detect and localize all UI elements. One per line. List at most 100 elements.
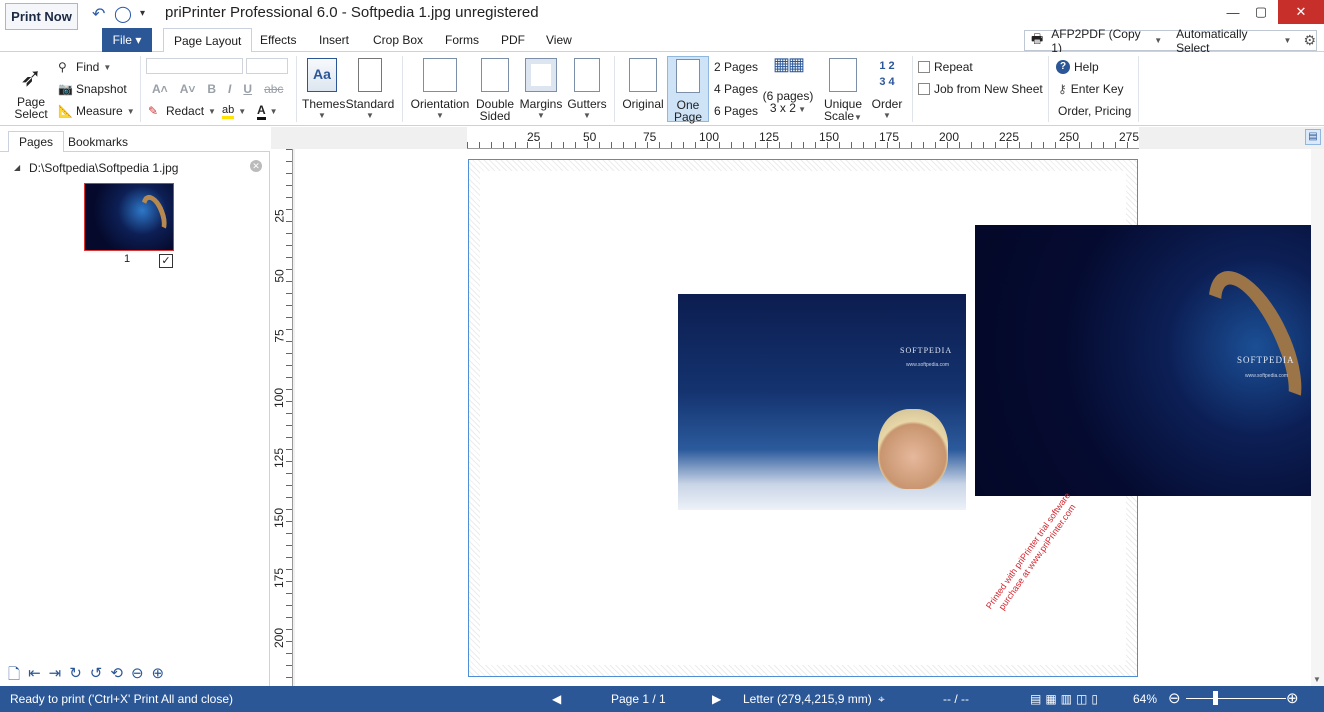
tab-bookmarks[interactable]: Bookmarks: [58, 131, 138, 152]
grow-font-icon[interactable]: A˄: [152, 82, 168, 96]
ruler-tick: 175: [272, 567, 287, 589]
shrink-font-icon[interactable]: A˅: [180, 82, 196, 96]
tab-page-layout[interactable]: Page Layout: [163, 28, 253, 53]
unique-scale-button[interactable]: Unique Scale▼: [820, 58, 866, 124]
text-format-row: A˄ A˅ B I U abc: [152, 80, 283, 98]
gear-icon[interactable]: ⚙: [1303, 32, 1316, 49]
bold-icon[interactable]: B: [207, 82, 216, 96]
unique-scale-dropdown-icon: ▼: [854, 113, 862, 122]
page-indicator: Page 1 / 1: [611, 692, 666, 706]
page-thumbnail[interactable]: [84, 183, 174, 251]
find-button[interactable]: ⚲ Find ▼: [58, 58, 111, 76]
separator: [1138, 56, 1139, 122]
strikethrough-icon[interactable]: abc: [264, 82, 283, 96]
previous-page-icon[interactable]: ◀: [552, 692, 561, 706]
page-select-button[interactable]: ➶ Page Select: [12, 62, 50, 120]
margins-icon: [525, 58, 557, 92]
cursor-coords: -- / --: [943, 692, 969, 706]
image-logo-s[interactable]: SOFTPEDIA www.softpedia.com: [975, 225, 1324, 496]
page-preview[interactable]: SOFTPEDIA www.softpedia.com SOFTPEDIA ww…: [468, 159, 1324, 677]
panel-toggle-icon[interactable]: ▤: [1305, 129, 1321, 145]
vertical-scrollbar[interactable]: ▼: [1311, 149, 1324, 686]
page-include-checkbox[interactable]: ✓: [159, 254, 173, 268]
close-button[interactable]: ✕: [1278, 0, 1324, 24]
eraser-icon: ✎: [148, 104, 159, 118]
zoom-slider[interactable]: [1186, 698, 1286, 699]
six-pages-button[interactable]: 6 Pages: [714, 102, 758, 120]
tab-pdf[interactable]: PDF: [491, 28, 535, 52]
binoculars-icon: ⚲: [58, 60, 67, 74]
order-pricing-button[interactable]: Order, Pricing: [1058, 102, 1131, 120]
measure-button[interactable]: 📐 Measure ▼: [58, 102, 135, 120]
two-pages-button[interactable]: 2 Pages: [714, 58, 758, 76]
double-sided-button[interactable]: Double Sided: [474, 58, 516, 122]
tab-forms[interactable]: Forms: [435, 28, 489, 52]
margins-dropdown-icon: ▼: [537, 111, 545, 120]
font-name-box[interactable]: [146, 58, 243, 74]
enter-key-button[interactable]: ⚷ Enter Key: [1058, 80, 1124, 98]
image2-url: www.softpedia.com: [1245, 373, 1289, 379]
repeat-checkbox[interactable]: Repeat: [918, 58, 973, 76]
tab-crop-box[interactable]: Crop Box: [363, 28, 433, 52]
printer-selector[interactable]: 🖶 AFP2PDF (Copy 1) ▼ Automatically Selec…: [1024, 27, 1317, 55]
undo-icon[interactable]: ↶: [92, 4, 105, 24]
ruler-ticks: [467, 142, 1139, 148]
themes-button[interactable]: Aa Themes ▼: [302, 58, 345, 122]
image-url: www.softpedia.com: [906, 362, 950, 368]
snapshot-label: Snapshot: [76, 82, 127, 96]
next-page-icon[interactable]: ▶: [712, 692, 721, 706]
original-label: Original: [622, 97, 664, 111]
italic-icon[interactable]: I: [228, 82, 231, 96]
image-woman[interactable]: SOFTPEDIA www.softpedia.com: [678, 294, 966, 510]
orientation-button[interactable]: Orientation ▼: [408, 58, 472, 122]
remove-file-icon[interactable]: ✕: [250, 160, 262, 172]
job-new-sheet-checkbox[interactable]: Job from New Sheet: [918, 80, 1043, 98]
paper-size[interactable]: Letter (279,4,215,9 mm): [743, 692, 872, 706]
minimize-button[interactable]: —: [1218, 0, 1248, 24]
redact-dropdown-icon: ▼: [208, 106, 216, 116]
find-label: Find: [76, 60, 100, 74]
view-mode-icons[interactable]: ▤▦▥◫▯: [1030, 692, 1102, 706]
file-menu-button[interactable]: File ▾: [102, 28, 152, 52]
margins-button[interactable]: Margins ▼: [518, 58, 564, 122]
zoom-out-button[interactable]: ⊖: [1168, 689, 1181, 707]
snapshot-button[interactable]: 📷 Snapshot: [58, 80, 127, 98]
scroll-down-icon[interactable]: ▼: [1313, 675, 1321, 684]
underline-icon[interactable]: U: [243, 82, 252, 96]
expand-icon[interactable]: ◢: [14, 163, 20, 172]
order-button[interactable]: 1 23 4 Order ▼: [868, 58, 906, 122]
circle-icon[interactable]: ◯: [114, 4, 132, 24]
checkbox-icon: [918, 83, 930, 95]
gutters-icon: [574, 58, 600, 92]
file-path: D:\Softpedia\Softpedia 1.jpg: [29, 161, 179, 175]
margins-label: Margins: [519, 97, 563, 111]
highlight-button[interactable]: ab ▼: [222, 102, 246, 120]
print-now-button[interactable]: Print Now: [5, 3, 78, 30]
font-size-box[interactable]: [246, 58, 288, 74]
tab-pages[interactable]: Pages: [8, 131, 65, 153]
zoom-in-button[interactable]: ⊕: [1286, 689, 1299, 707]
one-page-button[interactable]: One Page: [667, 56, 709, 123]
tab-effects[interactable]: Effects: [250, 28, 306, 52]
gutters-button[interactable]: Gutters ▼: [566, 58, 608, 122]
quick-access-dropdown-icon[interactable]: ▾: [140, 8, 145, 19]
printer-name: AFP2PDF (Copy 1): [1051, 26, 1141, 55]
tab-insert[interactable]: Insert: [309, 28, 359, 52]
four-pages-button[interactable]: 4 Pages: [714, 80, 758, 98]
standard-button[interactable]: Standard ▼: [344, 58, 396, 122]
themes-dropdown-icon: ▼: [318, 111, 326, 120]
zoom-slider-thumb[interactable]: [1213, 691, 1218, 705]
find-dropdown-icon: ▼: [103, 62, 112, 72]
preview-canvas[interactable]: 25 50 75 100 125 150 175 200 225 250 275…: [271, 127, 1324, 686]
ruler-tick: 150: [272, 507, 287, 529]
help-button[interactable]: ? Help: [1056, 58, 1099, 76]
maximize-button[interactable]: ▢: [1246, 0, 1276, 24]
document-icon: [358, 58, 382, 92]
ruler-ticks: [286, 149, 292, 686]
grid-pages-button[interactable]: ▦▦ (6 pages) 3 x 2 ▼: [762, 55, 814, 116]
tab-view[interactable]: View: [536, 28, 582, 52]
redact-button[interactable]: ✎ Redact ▼: [148, 102, 216, 120]
original-button[interactable]: Original: [620, 58, 666, 110]
font-color-button[interactable]: A ▼: [257, 102, 278, 120]
repeat-label: Repeat: [934, 60, 973, 74]
